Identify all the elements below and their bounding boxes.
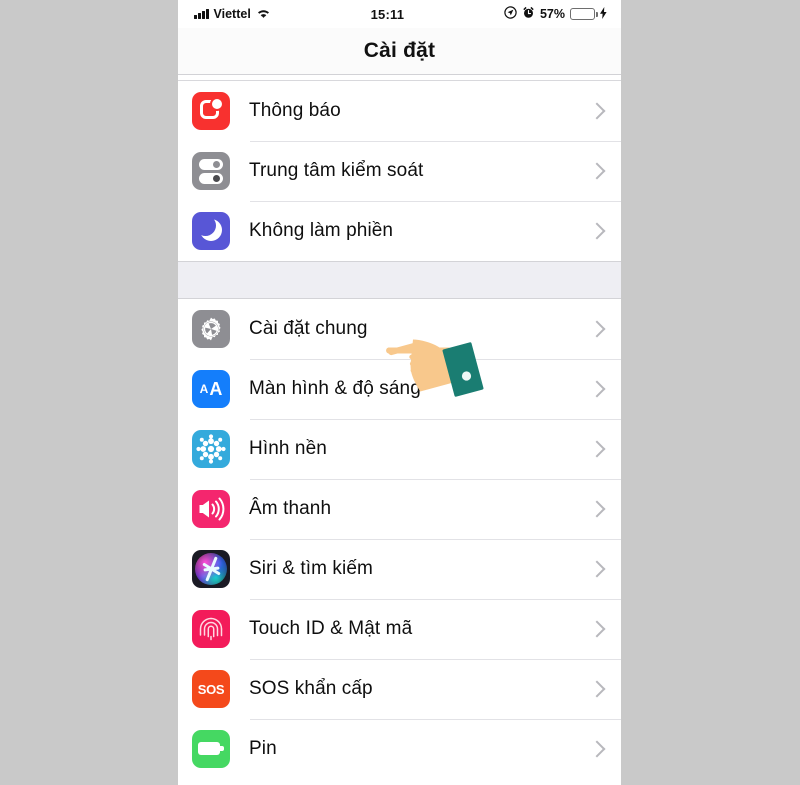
row-label: Trung tâm kiểm soát [249,160,424,181]
row-label: Không làm phiền [249,220,394,241]
settings-row-wallpaper[interactable]: Hình nền [178,419,621,479]
chevron-right-icon [588,680,606,698]
notifications-icon [192,92,230,130]
alarm-clock-icon [522,6,535,22]
chevron-right-icon [588,102,606,120]
touch-id-fingerprint-icon [192,610,230,648]
chevron-right-icon [588,162,606,180]
general-gear-icon [192,310,230,348]
chevron-right-icon [588,222,606,240]
settings-group-2: Cài đặt chung AA Màn hình & độ sáng Hình… [178,299,621,779]
battery-icon [192,730,230,768]
display-brightness-aa-icon: AA [192,370,230,408]
settings-row-display-brightness[interactable]: AA Màn hình & độ sáng [178,359,621,419]
page-title: Cài đặt [363,39,436,62]
phone-screen: Viettel 15:11 57% Cài đặt Thông báo Trun… [178,0,621,785]
chevron-right-icon [588,440,606,458]
settings-group-1: Thông báo Trung tâm kiểm soát Không làm … [178,81,621,261]
settings-row-emergency-sos[interactable]: SOS SOS khẩn cấp [178,659,621,719]
row-label: Màn hình & độ sáng [249,378,421,399]
row-label: Âm thanh [249,498,332,519]
battery-low-power-icon [570,8,598,20]
wifi-icon [256,7,271,22]
do-not-disturb-moon-icon [192,212,230,250]
chevron-right-icon [588,560,606,578]
sos-badge-label: SOS [197,681,225,697]
settings-row-sounds[interactable]: Âm thanh [178,479,621,539]
settings-row-control-center[interactable]: Trung tâm kiểm soát [178,141,621,201]
settings-row-touch-id[interactable]: Touch ID & Mật mã [178,599,621,659]
chevron-right-icon [588,620,606,638]
settings-row-do-not-disturb[interactable]: Không làm phiền [178,201,621,261]
lightning-bolt-icon [600,6,607,22]
chevron-right-icon [588,320,606,338]
row-label: Touch ID & Mật mã [249,618,413,639]
status-bar-right: 57% [504,6,607,22]
emergency-sos-icon: SOS [192,670,230,708]
sounds-speaker-icon [192,490,230,528]
chevron-right-icon [588,500,606,518]
wallpaper-icon [192,430,230,468]
location-arrow-icon [504,6,517,22]
navbar-separator [178,74,621,81]
row-label: SOS khẩn cấp [249,678,373,699]
settings-row-notifications[interactable]: Thông báo [178,81,621,141]
control-center-icon [192,152,230,190]
row-label: Pin [249,738,277,759]
carrier-label: Viettel [213,7,251,21]
settings-row-battery[interactable]: Pin [178,719,621,779]
row-label: Cài đặt chung [249,318,368,339]
group-separator [178,261,621,299]
chevron-right-icon [588,380,606,398]
row-label: Siri & tìm kiếm [249,558,373,579]
battery-percent-label: 57% [539,7,565,21]
settings-row-siri[interactable]: Siri & tìm kiếm [178,539,621,599]
row-label: Thông báo [249,100,341,121]
signal-bars-icon [194,9,209,19]
settings-row-general[interactable]: Cài đặt chung [178,299,621,359]
siri-icon [192,550,230,588]
row-label: Hình nền [249,438,327,459]
chevron-right-icon [588,740,606,758]
clock: 15:11 [370,6,405,22]
navigation-bar: Cài đặt [178,28,621,74]
status-bar: Viettel 15:11 57% [178,0,621,28]
status-bar-left: Viettel [194,7,271,22]
